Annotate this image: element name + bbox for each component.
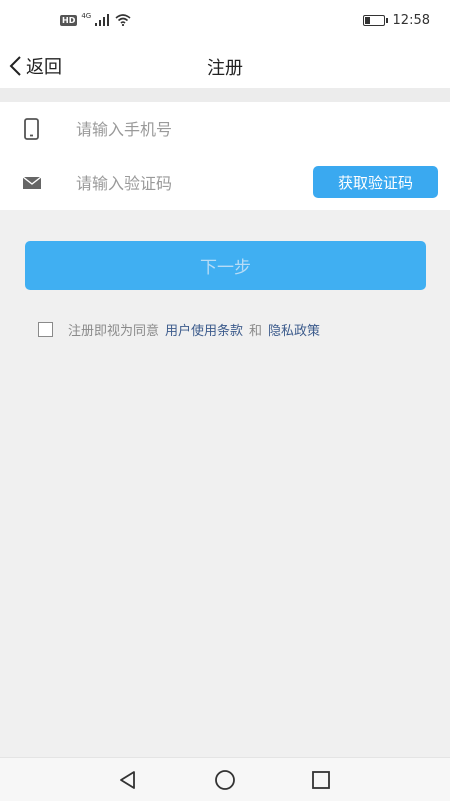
circle-home-icon[interactable] <box>213 768 237 792</box>
code-row: 获取验证码 <box>0 156 450 210</box>
triangle-back-icon[interactable] <box>116 768 140 792</box>
status-bar: HD 4G 12:58 <box>0 0 450 44</box>
hd-badge: HD <box>60 14 78 26</box>
next-step-button[interactable]: 下一步 <box>25 241 426 290</box>
battery-icon <box>362 15 388 26</box>
phone-icon <box>24 118 39 140</box>
square-recent-icon[interactable] <box>309 768 333 792</box>
agreement-prefix: 注册即视为同意 <box>68 324 160 339</box>
clock: 12:58 <box>392 13 430 28</box>
signal-icon <box>95 14 110 26</box>
header-divider <box>0 88 450 102</box>
wifi-icon <box>115 14 131 26</box>
agree-checkbox[interactable] <box>38 322 53 337</box>
page-title: 注册 <box>207 58 243 79</box>
code-input[interactable] <box>76 168 296 198</box>
agreement-row: 注册即视为同意 用户使用条款 和 隐私政策 <box>38 320 326 339</box>
phone-row <box>0 102 450 157</box>
phone-input[interactable] <box>76 114 296 144</box>
header: 返回 注册 <box>0 44 450 88</box>
privacy-link[interactable]: 隐私政策 <box>268 320 320 339</box>
navigation-bar <box>0 757 450 801</box>
battery-fill <box>364 17 370 24</box>
get-code-button[interactable]: 获取验证码 <box>313 166 438 198</box>
terms-link[interactable]: 用户使用条款 <box>165 320 243 339</box>
status-right: 12:58 <box>362 13 430 28</box>
agreement-and: 和 <box>249 324 263 339</box>
status-left: HD 4G <box>60 12 131 26</box>
envelope-icon <box>22 176 42 189</box>
network-type: 4G <box>81 12 92 20</box>
